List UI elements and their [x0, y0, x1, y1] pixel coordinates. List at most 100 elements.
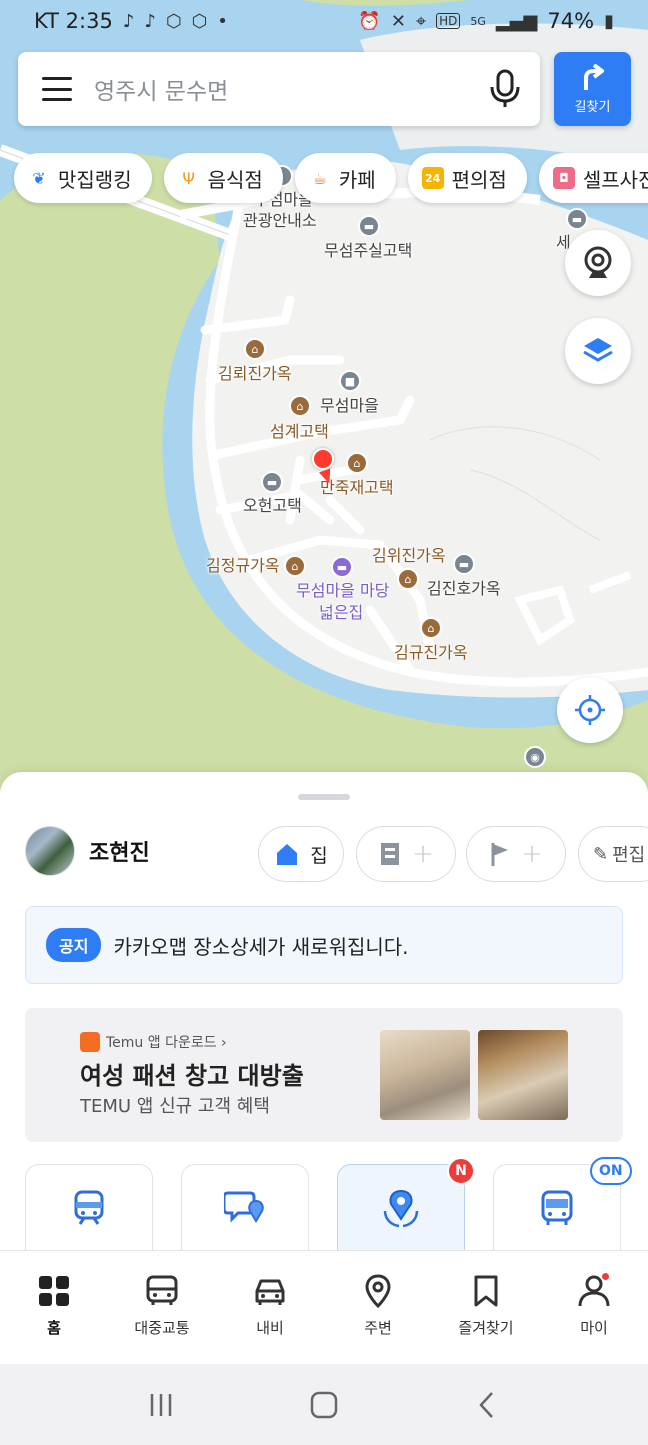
ad-image-dress-2: [478, 1030, 568, 1120]
lodging-icon[interactable]: ▬: [261, 471, 283, 493]
heritage-house-icon[interactable]: ⌂: [397, 568, 419, 590]
pin-laurel-icon: [383, 1189, 419, 1228]
24-store-icon: 24: [421, 167, 444, 189]
ad-source-text: Temu 앱 다운로드 ›: [106, 1035, 227, 1051]
layers-button[interactable]: [565, 318, 631, 384]
subway-icon: [74, 1190, 104, 1225]
tab-navi[interactable]: 내비: [216, 1251, 324, 1364]
ad-source[interactable]: Temu 앱 다운로드 ›: [80, 1032, 227, 1052]
hexagon-icon: ⬡: [165, 10, 182, 32]
poi-label-musum-village[interactable]: 무섬마을: [320, 396, 379, 415]
home-button[interactable]: [294, 1385, 354, 1425]
ad-image-dress-1: [380, 1030, 470, 1120]
tab-my[interactable]: 마이: [540, 1251, 648, 1364]
quick-restaurant-ranking[interactable]: [337, 1164, 465, 1252]
poi-label-gimwijin[interactable]: 김위진가옥: [372, 546, 446, 565]
chat-pin-icon: [224, 1191, 264, 1223]
tab-label: 대중교통: [134, 1319, 190, 1337]
cctv-button[interactable]: [565, 230, 631, 296]
poi-label-musum-jusil[interactable]: 무섬주실고택: [324, 241, 412, 260]
chip-restaurant[interactable]: Ψ 음식점: [163, 153, 283, 203]
quick-talk-place[interactable]: [181, 1164, 309, 1252]
favorite-home-button[interactable]: 집: [258, 826, 344, 882]
tab-label: 홈: [47, 1319, 61, 1337]
route-button[interactable]: 길찾기: [554, 52, 631, 126]
back-button[interactable]: [457, 1385, 517, 1425]
tiktok-icon: ♪: [122, 10, 135, 32]
bottom-sheet[interactable]: 조현진 집 + + ✎ 편집 공지 카카오맵 장소상세가 새로워집니다. Tem…: [0, 772, 648, 1252]
heritage-house-icon[interactable]: ⌂: [420, 617, 442, 639]
poi-label-madang-2[interactable]: 넓은집: [319, 603, 363, 622]
battery-percent: 74%: [547, 9, 595, 33]
ad-title: 여성 패션 창고 대방출: [80, 1062, 304, 1090]
crosshair-icon: [575, 695, 605, 725]
tab-favorites[interactable]: 즐겨찾기: [432, 1251, 540, 1364]
quick-subway[interactable]: [25, 1164, 153, 1252]
sheet-drag-handle[interactable]: [298, 794, 350, 800]
chip-convenience-store[interactable]: 24 편의점: [407, 153, 527, 203]
add-work-button[interactable]: +: [356, 826, 456, 882]
chip-label: 카페: [338, 167, 376, 192]
my-location-button[interactable]: [557, 677, 623, 743]
on-badge: ON: [590, 1157, 632, 1185]
edit-favorites-button[interactable]: ✎ 편집: [578, 826, 648, 882]
alarm-icon: ⏰: [358, 10, 381, 32]
car-icon: [255, 1279, 285, 1305]
edit-label: 편집: [612, 845, 646, 866]
lodging-icon[interactable]: ▬: [358, 215, 380, 237]
chip-restaurant-ranking[interactable]: ❦ 맛집랭킹: [14, 153, 152, 203]
favorite-home-label: 집: [310, 844, 328, 867]
tab-label: 주변: [364, 1319, 392, 1337]
profile-name: 조현진: [89, 841, 150, 866]
chip-cafe[interactable]: ☕ 카페: [294, 153, 396, 203]
poi-label-madang-1[interactable]: 무섬마을 마당: [296, 581, 389, 600]
menu-icon[interactable]: [42, 77, 72, 101]
ad-banner[interactable]: Temu 앱 다운로드 › 여성 패션 창고 대방출 TEMU 앱 신규 고객 …: [25, 1008, 623, 1142]
heritage-house-icon[interactable]: ⌂: [289, 395, 311, 417]
guesthouse-icon[interactable]: ▬: [331, 556, 353, 578]
bookmark-icon: [474, 1275, 498, 1307]
microphone-icon[interactable]: [488, 69, 522, 109]
mute-icon: ✕: [390, 10, 406, 32]
hd-icon: HD: [436, 13, 461, 29]
profile[interactable]: 조현진: [25, 826, 150, 876]
map-view[interactable]: i 무섬마을 관광안내소 ▬ 무섬주실고택 ▬ 세 ⌂ 김뢰진가옥 ■ ⌂ 무섬…: [0, 0, 648, 800]
heritage-house-icon[interactable]: ⌂: [244, 338, 266, 360]
tab-label: 즐겨찾기: [458, 1319, 514, 1337]
landmark-icon[interactable]: ■: [339, 370, 361, 392]
lodging-icon[interactable]: ▬: [566, 208, 588, 230]
search-input[interactable]: 영주시 문수면: [94, 72, 488, 106]
cctv-icon: [584, 246, 612, 278]
poi-label-gimjeonggyu[interactable]: 김정규가옥: [206, 556, 280, 575]
tab-home[interactable]: 홈: [0, 1251, 108, 1364]
pencil-icon: ✎: [593, 843, 609, 865]
recent-apps-icon: [151, 1393, 172, 1416]
tab-nearby[interactable]: 주변: [324, 1251, 432, 1364]
tab-label: 마이: [580, 1319, 608, 1337]
home-square-icon: [310, 1391, 338, 1418]
heritage-house-icon[interactable]: ⌂: [346, 452, 368, 474]
notice-banner[interactable]: 공지 카카오맵 장소상세가 새로워집니다.: [25, 906, 623, 984]
location-pin-icon: [365, 1274, 391, 1309]
dot-icon: •: [217, 10, 228, 32]
poi-label-gimnoejin[interactable]: 김뢰진가옥: [218, 364, 292, 383]
ad-subtitle: TEMU 앱 신규 고객 혜택: [80, 1096, 270, 1117]
heritage-house-icon[interactable]: ⌂: [284, 555, 306, 577]
search-bar[interactable]: 영주시 문수면: [18, 52, 540, 126]
tab-transit[interactable]: 대중교통: [108, 1251, 216, 1364]
poi-label-seomgye[interactable]: 섬계고택: [270, 422, 329, 441]
poi-label-gimjinho[interactable]: 김진호가옥: [427, 579, 501, 598]
new-badge: N: [447, 1157, 475, 1185]
status-bar: KT 2:35 ♪ ♪ ⬡ ⬡ • ⏰ ✕ ⌖ HD 5G ▂▄▆ 74% ▮: [0, 0, 648, 42]
lodging-icon[interactable]: ▬: [453, 553, 475, 575]
chip-self-photo[interactable]: ◘ 셀프사진: [538, 153, 648, 203]
pin-laurel-icon: ❦: [32, 168, 46, 188]
recent-apps-button[interactable]: [131, 1385, 191, 1425]
camera-spot-icon[interactable]: ◉: [524, 746, 546, 768]
poi-label-info-center-2[interactable]: 관광안내소: [243, 211, 317, 230]
avatar[interactable]: [25, 826, 75, 876]
poi-label-gimgyujin[interactable]: 김규진가옥: [394, 643, 468, 662]
add-flag-button[interactable]: +: [466, 826, 566, 882]
poi-label-ohyeon[interactable]: 오헌고택: [243, 496, 302, 515]
camera-icon: ◘: [552, 167, 575, 189]
